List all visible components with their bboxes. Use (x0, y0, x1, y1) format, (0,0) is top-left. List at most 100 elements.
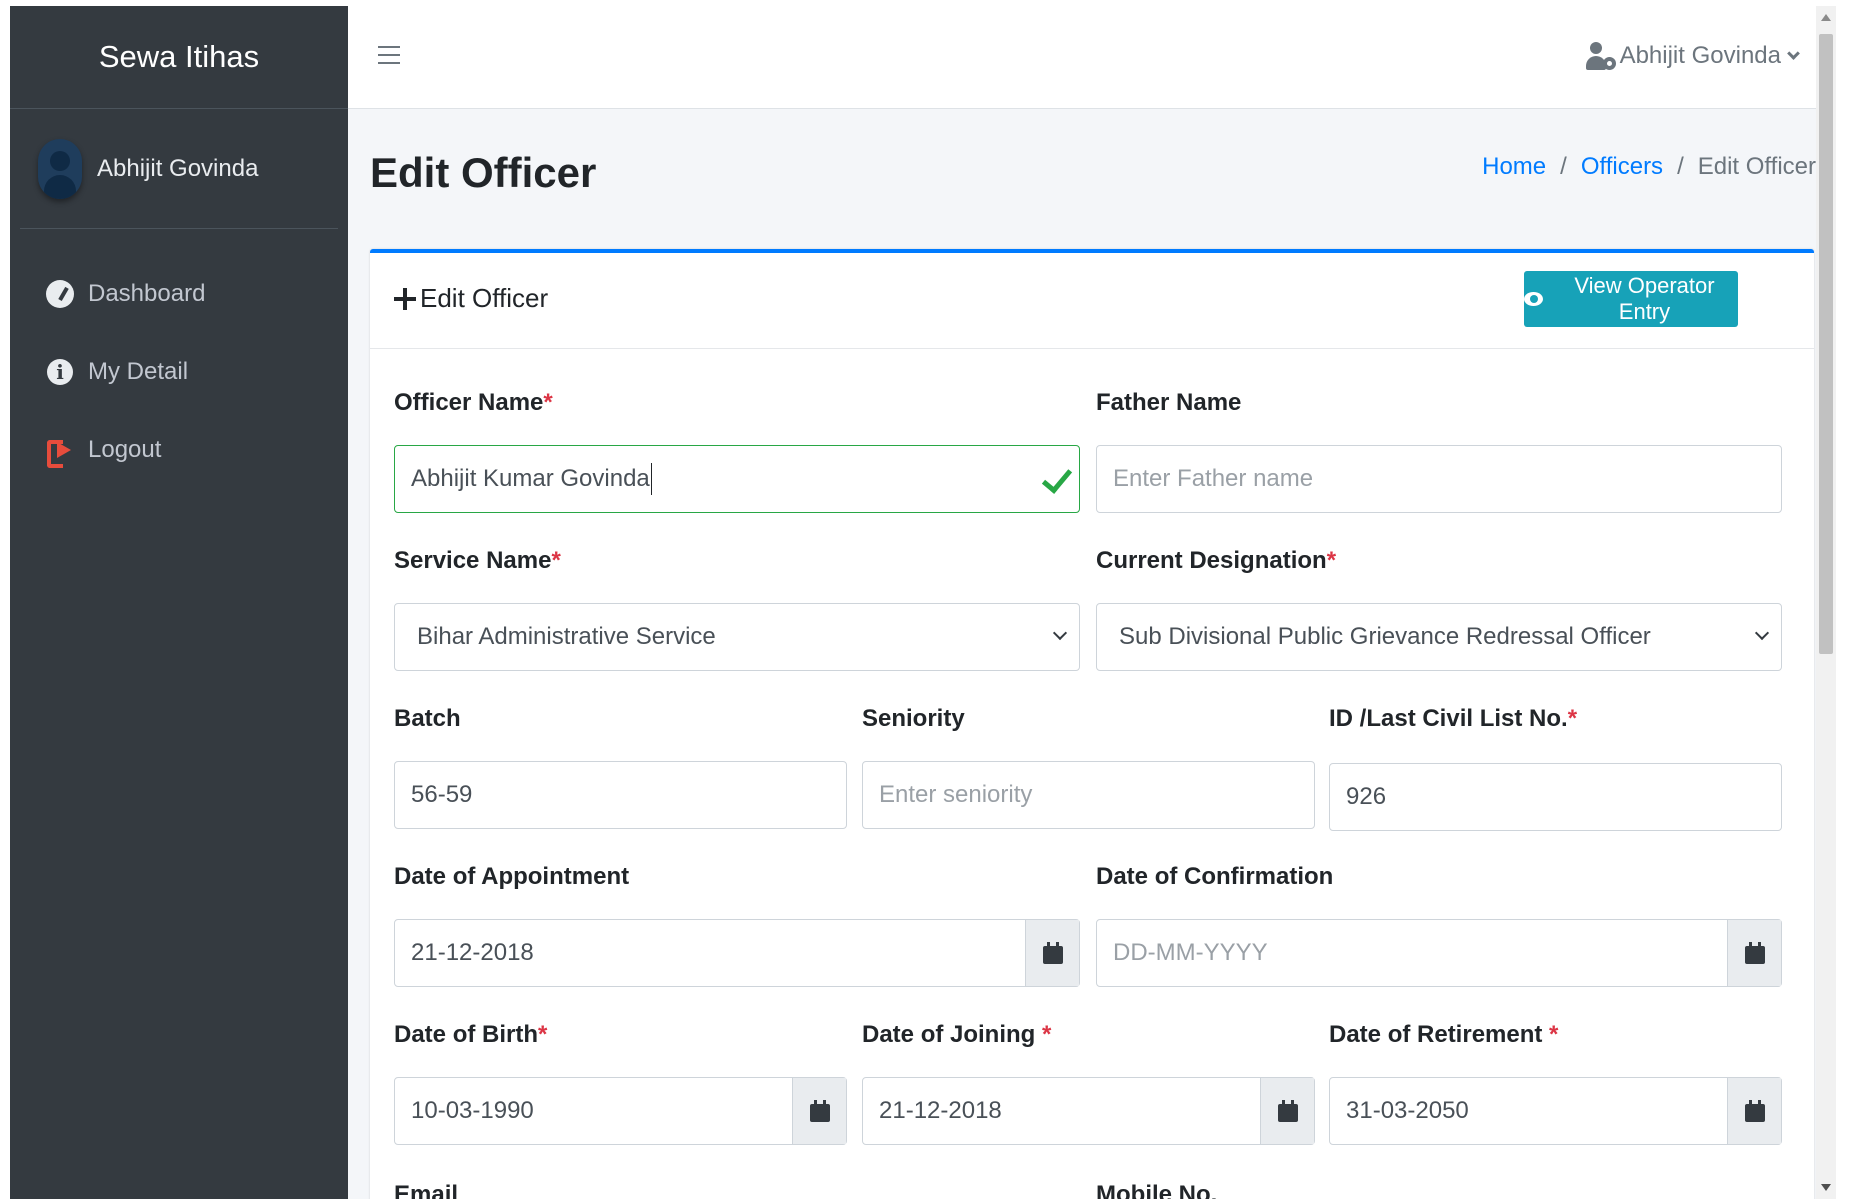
date-of-appointment-field[interactable]: 21-12-2018 (394, 919, 1080, 987)
app-frame: Sewa Itihas Abhijit Govinda Dashboard i … (10, 6, 1836, 1199)
card-title-text: Edit Officer (420, 283, 549, 313)
plus-icon (394, 287, 416, 310)
user-dropdown[interactable]: Abhijit Govinda (1585, 42, 1800, 70)
date-of-retirement-field[interactable]: 31-03-2050 (1329, 1077, 1782, 1145)
father-name-placeholder: Enter Father name (1113, 465, 1314, 492)
calendar-icon (1042, 942, 1063, 964)
sidebar-item-label: Logout (88, 436, 162, 463)
date-of-birth-calendar-button[interactable] (792, 1078, 846, 1144)
date-of-confirmation-placeholder: DD-MM-YYYY (1113, 939, 1268, 966)
eye-icon (1524, 292, 1543, 306)
current-designation-select[interactable]: Sub Divisional Public Grievance Redressa… (1096, 603, 1782, 671)
sidebar-item-logout[interactable]: Logout (10, 411, 348, 489)
sidebar-item-label: My Detail (88, 358, 189, 385)
current-designation-value: Sub Divisional Public Grievance Redressa… (1119, 623, 1651, 650)
sidebar-item-label: Dashboard (88, 280, 206, 307)
required-marker: * (551, 547, 561, 574)
mobile-no-label: Mobile No. (1096, 1181, 1218, 1199)
seniority-label: Seniority (862, 705, 965, 732)
date-of-confirmation-calendar-button[interactable] (1727, 920, 1781, 986)
sidebar-nav: Dashboard i My Detail Logout (10, 229, 348, 489)
required-marker: * (1567, 705, 1578, 732)
seniority-placeholder: Enter seniority (879, 781, 1033, 808)
logout-icon (46, 436, 74, 468)
required-marker: * (538, 1021, 548, 1048)
scroll-up-arrow-icon[interactable] (1821, 14, 1831, 21)
officer-name-field[interactable]: Abhijit Kumar Govinda (394, 445, 1080, 513)
date-of-confirmation-field[interactable]: DD-MM-YYYY (1096, 919, 1782, 987)
calendar-icon (1744, 1100, 1765, 1122)
sidebar-item-my-detail[interactable]: i My Detail (10, 333, 348, 411)
breadcrumb-current: Edit Officer (1697, 153, 1816, 180)
batch-value: 56-59 (411, 781, 473, 808)
chevron-down-icon (1754, 625, 1770, 641)
date-of-appointment-value: 21-12-2018 (411, 939, 534, 966)
sidebar-item-dashboard[interactable]: Dashboard (10, 255, 348, 333)
breadcrumb-officers-link[interactable]: Officers (1581, 153, 1663, 181)
info-icon: i (46, 358, 74, 386)
service-name-label: Service Name* (394, 547, 561, 574)
date-of-retirement-value: 31-03-2050 (1346, 1097, 1469, 1124)
seniority-field[interactable]: Enter seniority (862, 761, 1315, 829)
avatar (38, 138, 82, 199)
date-of-birth-label: Date of Birth* (394, 1021, 548, 1048)
service-name-value: Bihar Administrative Service (417, 623, 716, 650)
edit-officer-card: Edit Officer View Operator Entry Officer… (370, 249, 1814, 1199)
dashboard-icon (46, 280, 74, 308)
brand-link[interactable]: Sewa Itihas (10, 6, 348, 109)
chevron-down-icon (1052, 625, 1068, 641)
date-of-confirmation-label: Date of Confirmation (1096, 863, 1334, 890)
calendar-icon (809, 1100, 830, 1122)
view-operator-entry-label: View Operator Entry (1574, 273, 1715, 324)
breadcrumb: Home / Officers / Edit Officer (1482, 153, 1816, 181)
batch-field[interactable]: 56-59 (394, 761, 847, 829)
required-marker: * (1042, 1021, 1052, 1048)
page-title: Edit Officer (370, 149, 597, 196)
breadcrumb-separator: / (1677, 153, 1684, 180)
card-header: Edit Officer View Operator Entry (370, 253, 1814, 349)
sidebar-user-name: Abhijit Govinda (97, 154, 259, 182)
civil-list-no-value: 926 (1346, 783, 1387, 810)
required-marker: * (543, 389, 553, 416)
civil-list-no-label: ID /Last Civil List No.* (1329, 705, 1578, 732)
card-title: Edit Officer (394, 283, 548, 314)
scroll-thumb[interactable] (1819, 34, 1833, 654)
date-of-birth-value: 10-03-1990 (411, 1097, 534, 1124)
date-of-appointment-label: Date of Appointment (394, 863, 630, 890)
view-operator-entry-button[interactable]: View Operator Entry (1524, 271, 1738, 327)
breadcrumb-home-link[interactable]: Home (1482, 153, 1546, 181)
users-cog-icon (1585, 42, 1616, 70)
date-of-joining-calendar-button[interactable] (1260, 1078, 1314, 1144)
date-of-joining-field[interactable]: 21-12-2018 (862, 1077, 1315, 1145)
checkmark-icon (1041, 462, 1073, 494)
date-of-birth-field[interactable]: 10-03-1990 (394, 1077, 847, 1145)
chevron-down-icon (1787, 46, 1800, 60)
calendar-icon (1277, 1100, 1298, 1122)
father-name-field[interactable]: Enter Father name (1096, 445, 1782, 513)
date-of-joining-value: 21-12-2018 (879, 1097, 1002, 1124)
required-marker: * (1549, 1021, 1559, 1048)
breadcrumb-separator: / (1560, 153, 1567, 180)
date-of-retirement-calendar-button[interactable] (1727, 1078, 1781, 1144)
officer-name-label: Officer Name* (394, 389, 553, 416)
brand-title: Sewa Itihas (98, 39, 260, 74)
service-name-select[interactable]: Bihar Administrative Service (394, 603, 1080, 671)
scroll-down-arrow-icon[interactable] (1821, 1184, 1831, 1191)
calendar-icon (1744, 942, 1765, 964)
vertical-scrollbar[interactable] (1816, 6, 1836, 1199)
date-of-retirement-label: Date of Retirement * (1329, 1021, 1559, 1048)
text-caret (650, 463, 652, 495)
father-name-label: Father Name (1096, 389, 1242, 416)
email-label: Email (394, 1181, 459, 1199)
required-marker: * (1326, 547, 1337, 574)
user-panel[interactable]: Abhijit Govinda (20, 109, 338, 229)
current-designation-label: Current Designation* (1096, 547, 1337, 574)
civil-list-no-field[interactable]: 926 (1329, 763, 1782, 831)
top-navbar: Abhijit Govinda (348, 6, 1836, 109)
content-wrapper: Edit Officer Home / Officers / Edit Offi… (348, 109, 1836, 1199)
top-user-name: Abhijit Govinda (1619, 42, 1781, 69)
officer-name-value: Abhijit Kumar Govinda (411, 465, 650, 492)
hamburger-menu-icon[interactable] (378, 46, 400, 64)
date-of-appointment-calendar-button[interactable] (1025, 920, 1079, 986)
sidebar: Sewa Itihas Abhijit Govinda Dashboard i … (10, 6, 348, 1199)
